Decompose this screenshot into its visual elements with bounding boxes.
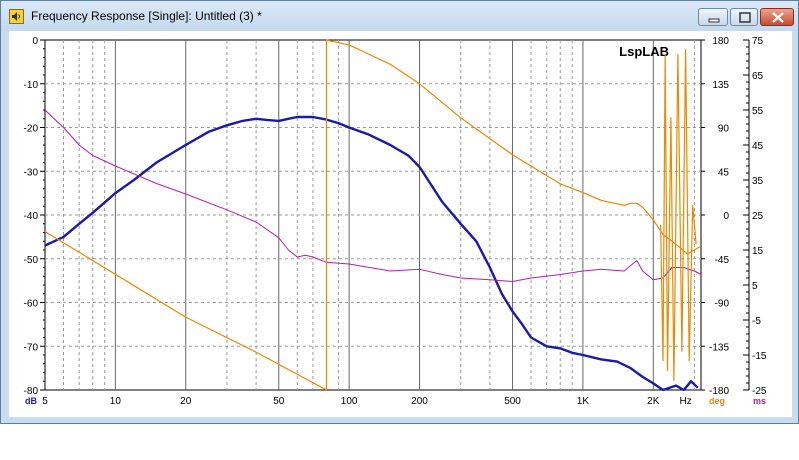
x-tick-label: 50: [273, 396, 285, 407]
deg-tick-label: 90: [718, 124, 730, 135]
db-unit-label: dB: [25, 396, 37, 406]
x-tick-label: 10: [110, 396, 122, 407]
x-tick-label: 200: [411, 396, 428, 407]
db-tick-label: -40: [24, 211, 39, 222]
close-button[interactable]: [760, 8, 794, 26]
minimize-button[interactable]: [698, 8, 728, 26]
x-tick-label: 20: [180, 396, 192, 407]
close-icon: [772, 12, 784, 23]
ms-tick-label: -5: [752, 316, 761, 327]
ms-tick-label: 55: [752, 106, 764, 117]
db-tick-label: -50: [24, 255, 39, 266]
db-tick-label: -10: [24, 80, 39, 91]
ms-tick-label: 15: [752, 246, 764, 257]
maximize-button[interactable]: [730, 8, 758, 26]
ms-tick-label: 25: [752, 211, 764, 222]
x-tick-label: 500: [504, 396, 521, 407]
db-tick-label: -30: [24, 167, 39, 178]
ms-tick-label: 35: [752, 176, 764, 187]
title-bar[interactable]: Frequency Response [Single]: Untitled (3…: [1, 1, 798, 31]
maximize-icon: [739, 12, 751, 23]
db-tick-label: -70: [24, 342, 39, 353]
deg-tick-label: -135: [709, 342, 729, 353]
x-tick-label: 2K: [647, 396, 660, 407]
chart-area: 0 -10 -20 -30 -40 -50 -60 -70 -80 180 135 90 45 0 -45-…: [9, 31, 792, 417]
ms-tick-label: 45: [752, 141, 764, 152]
db-tick-label: -60: [24, 299, 39, 310]
deg-tick-label: 45: [718, 167, 730, 178]
db-tick-label: -20: [24, 124, 39, 135]
deg-tick-label: 0: [723, 211, 729, 222]
ms-tick-label: 65: [752, 71, 764, 82]
speaker-icon: [9, 9, 24, 24]
deg-tick-label: 135: [712, 80, 729, 91]
ms-unit-label: ms: [753, 396, 766, 406]
x-tick-label: 5: [42, 396, 48, 407]
minimize-icon: [708, 18, 720, 23]
ms-tick-label: 75: [752, 36, 764, 47]
deg-unit-label: deg: [709, 396, 725, 406]
window-title: Frequency Response [Single]: Untitled (3…: [31, 9, 262, 23]
x-tick-label: 100: [341, 396, 358, 407]
x-unit-label: Hz: [679, 396, 691, 407]
frequency-response-chart[interactable]: 0-10-20-30-40-50-60-70-8018013590450-45-…: [9, 31, 792, 417]
ms-tick-label: 5: [752, 281, 758, 292]
frequency-response-window: Frequency Response [Single]: Untitled (3…: [0, 0, 799, 424]
lsplab-watermark: LspLAB: [619, 44, 669, 59]
ms-tick-label: -15: [752, 351, 767, 362]
deg-tick-label: 180: [712, 36, 729, 47]
x-tick-label: 1K: [577, 396, 590, 407]
deg-tick-label: -45: [715, 255, 730, 266]
db-tick-label: 0: [32, 36, 38, 47]
deg-tick-label: -90: [715, 299, 730, 310]
